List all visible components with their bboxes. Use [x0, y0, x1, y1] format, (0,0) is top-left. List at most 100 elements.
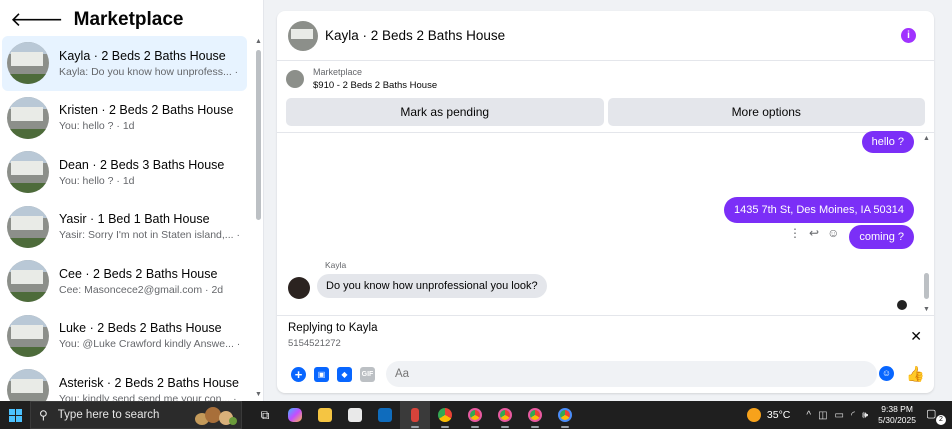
chrome-profile-icon[interactable]: [460, 401, 490, 429]
notification-button[interactable]: ▢ 2: [926, 407, 946, 425]
start-button[interactable]: [0, 408, 30, 422]
taskbar-search[interactable]: ⚲ Type here to search: [30, 401, 242, 429]
notification-icon: ▢: [926, 408, 937, 420]
marketplace-sidebar: 🡐 Marketplace Kayla · 2 Beds 2 Baths Hou…: [0, 0, 264, 401]
chevron-up-icon[interactable]: ^: [806, 410, 811, 421]
battery-icon[interactable]: ▭: [835, 410, 844, 421]
scroll-down-icon[interactable]: ▼: [923, 306, 930, 313]
conversation-title: Yasir · 1 Bed 1 Bath House: [59, 212, 210, 227]
chrome-icon[interactable]: [430, 401, 460, 429]
chat-panel: Kayla · 2 Beds 2 Baths House i Marketpla…: [277, 11, 934, 393]
mark-as-pending-button[interactable]: Mark as pending: [286, 98, 604, 126]
conversation-preview: Yasir: Sorry I'm not in Staten island,..…: [59, 229, 239, 242]
listing-avatar[interactable]: [288, 20, 318, 51]
reply-title: Replying to Kayla: [288, 322, 378, 334]
conversation-preview: Cee: Masoncece2@gmail.com · 2d: [59, 283, 224, 296]
conversation-item-dean[interactable]: Dean · 2 Beds 3 Baths House You: hello ?…: [2, 145, 247, 200]
weather-widget[interactable]: 35°C: [746, 408, 790, 422]
photo-icon[interactable]: ▣: [314, 366, 329, 382]
outgoing-message: hello ?: [861, 131, 914, 153]
outlook-icon[interactable]: [370, 401, 400, 429]
listing-thumbnail: [7, 205, 49, 248]
listing-small-thumbnail: [286, 70, 304, 88]
volume-icon[interactable]: 🕪: [862, 410, 868, 421]
search-highlight-image: [193, 405, 239, 427]
conversation-title: Luke · 2 Beds 2 Baths House: [59, 321, 222, 336]
active-app-icon[interactable]: [400, 401, 430, 429]
sender-name: Kayla: [325, 260, 347, 270]
conversation-preview: You: hello ? · 1d: [59, 174, 135, 187]
react-emoji-icon[interactable]: ☺: [827, 226, 839, 240]
listing-thumbnail: [7, 42, 49, 85]
messages-scrollbar[interactable]: ▲ ▼: [923, 133, 930, 315]
reply-preview: Replying to Kayla 5154521272 ✕: [277, 315, 934, 355]
windows-logo-icon: [8, 408, 22, 422]
scroll-up-icon[interactable]: ▲: [255, 38, 262, 45]
scrollbar-thumb[interactable]: [256, 50, 261, 220]
windows-taskbar: ⚲ Type here to search ⧉ 35°C ^ ◫ ▭ ◜ 🕪 9…: [0, 401, 952, 429]
outgoing-message: coming ?: [849, 225, 914, 249]
copilot-icon[interactable]: [280, 401, 310, 429]
sticker-icon[interactable]: ◆: [337, 366, 352, 382]
conversation-title: Kayla · 2 Beds 2 Baths House: [59, 48, 226, 63]
close-icon[interactable]: ✕: [910, 328, 922, 345]
conversation-preview: You: @Luke Crawford kindly Answe... · 6d: [59, 338, 239, 351]
more-icon[interactable]: ⋮: [789, 226, 801, 240]
info-icon[interactable]: i: [901, 28, 916, 43]
emoji-icon[interactable]: ☺: [879, 366, 894, 381]
gif-icon[interactable]: GIF: [360, 366, 375, 382]
tray-icons: ^ ◫ ▭ ◜ 🕪: [806, 410, 868, 421]
chrome-profile-icon[interactable]: [520, 401, 550, 429]
sidebar-title: Marketplace: [73, 9, 184, 30]
reply-quoted-text: 5154521272: [288, 338, 341, 349]
conversation-item-luke[interactable]: Luke · 2 Beds 2 Baths House You: @Luke C…: [2, 309, 247, 364]
conversation-preview: You: hello ? · 1d: [59, 120, 135, 133]
back-arrow-icon[interactable]: 🡐: [10, 10, 64, 30]
wifi-icon[interactable]: ◜: [851, 410, 855, 421]
conversation-item-kayla[interactable]: Kayla · 2 Beds 2 Baths House Kayla: Do y…: [2, 36, 247, 91]
scroll-down-icon[interactable]: ▼: [255, 391, 262, 398]
conversation-item-yasir[interactable]: Yasir · 1 Bed 1 Bath House Yasir: Sorry …: [2, 200, 247, 255]
network-icon[interactable]: ◫: [818, 410, 827, 421]
thumbs-up-icon[interactable]: 👍: [906, 365, 925, 383]
listing-thumbnail: [7, 151, 49, 194]
scroll-up-icon[interactable]: ▲: [923, 135, 930, 142]
chrome-profile-icon[interactable]: [490, 401, 520, 429]
conversation-item-asterisk[interactable]: Asterisk · 2 Beds 2 Baths House You: kin…: [2, 363, 247, 401]
microsoft-store-icon[interactable]: [340, 401, 370, 429]
chrome-profile-icon[interactable]: [550, 401, 580, 429]
listing-thumbnail: [7, 369, 49, 401]
task-view-icon[interactable]: ⧉: [250, 401, 280, 429]
conversation-preview: You: kindly send send me your con... · 1…: [59, 392, 239, 401]
seen-indicator-avatar: [897, 300, 907, 310]
kayla-avatar[interactable]: [288, 277, 310, 299]
outgoing-message: 1435 7th St, Des Moines, IA 50314: [723, 197, 914, 223]
sidebar-scrollbar[interactable]: ▲ ▼: [255, 38, 262, 398]
conversation-title: Asterisk · 2 Beds 2 Baths House: [59, 375, 239, 390]
chat-title[interactable]: Kayla · 2 Beds 2 Baths House: [325, 28, 505, 43]
chat-header: Kayla · 2 Beds 2 Baths House i: [277, 11, 934, 61]
listing-thumbnail: [7, 314, 49, 357]
scrollbar-thumb[interactable]: [924, 273, 929, 299]
search-icon: ⚲: [39, 408, 48, 422]
reply-icon[interactable]: ↩: [809, 226, 819, 240]
conversation-preview: Kayla: Do you know how unprofess... · 2h: [59, 65, 239, 78]
message-thread: hello ? 1435 7th St, Des Moines, IA 5031…: [277, 131, 934, 315]
system-tray: 35°C ^ ◫ ▭ ◜ 🕪 9:38 PM 5/30/2025 ▢ 2: [746, 401, 952, 429]
plus-icon[interactable]: +: [291, 366, 306, 382]
message-input[interactable]: [386, 361, 877, 387]
notification-count: 2: [936, 415, 946, 425]
sidebar-header: 🡐 Marketplace: [0, 0, 263, 40]
conversation-title: Kristen · 2 Beds 2 Baths House: [59, 103, 234, 118]
listing-label: Marketplace: [313, 67, 363, 77]
more-options-button[interactable]: More options: [607, 98, 925, 126]
clock-time: 9:38 PM: [881, 404, 913, 414]
taskbar-search-placeholder: Type here to search: [57, 409, 160, 421]
clock[interactable]: 9:38 PM 5/30/2025: [878, 404, 916, 426]
conversation-item-kristen[interactable]: Kristen · 2 Beds 2 Baths House You: hell…: [2, 91, 247, 146]
conversation-list: Kayla · 2 Beds 2 Baths House Kayla: Do y…: [0, 36, 250, 401]
listing-summary[interactable]: Marketplace $910 - 2 Beds 2 Baths House: [277, 61, 934, 97]
conversation-item-cee[interactable]: Cee · 2 Beds 2 Baths House Cee: Masoncec…: [2, 254, 247, 309]
listing-price: $910 - 2 Beds 2 Baths House: [313, 80, 438, 91]
file-explorer-icon[interactable]: [310, 401, 340, 429]
